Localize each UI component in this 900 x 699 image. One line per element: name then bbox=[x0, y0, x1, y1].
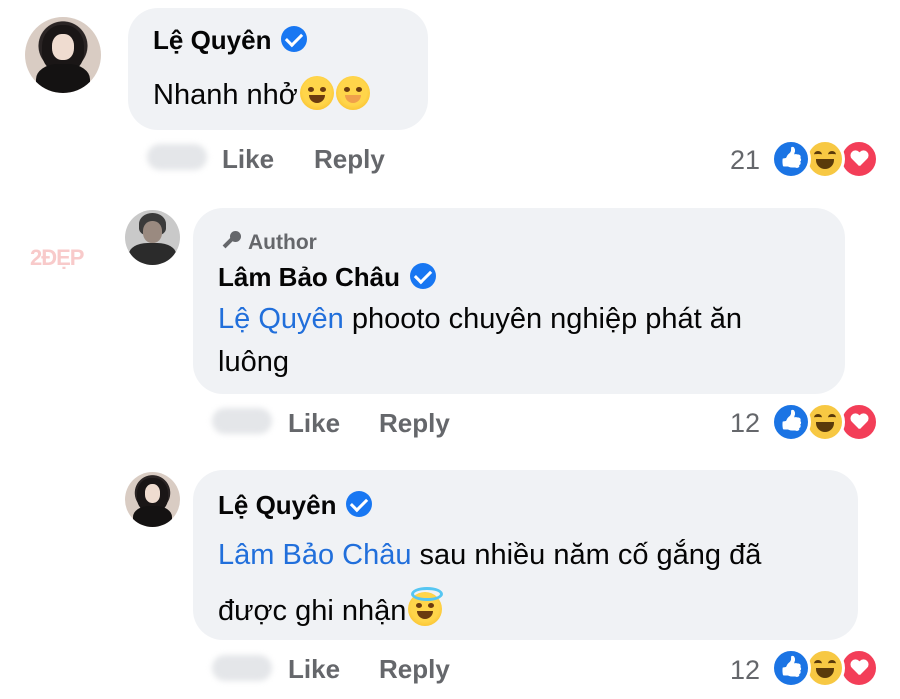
reaction-count[interactable]: 12 bbox=[730, 655, 760, 686]
reaction-count[interactable]: 12 bbox=[730, 408, 760, 439]
verified-badge-icon bbox=[281, 26, 308, 52]
author-name-link[interactable]: Lệ Quyên bbox=[218, 490, 336, 520]
author-badge: Author bbox=[220, 230, 317, 255]
love-reaction-icon bbox=[839, 648, 879, 688]
avatar[interactable] bbox=[125, 210, 180, 265]
mention-link[interactable]: Lâm Bảo Châu bbox=[218, 539, 411, 571]
like-button[interactable]: Like bbox=[288, 408, 340, 439]
verified-badge-icon bbox=[410, 263, 437, 289]
watermark: 2ĐẸP bbox=[30, 245, 84, 270]
timestamp-blurred bbox=[147, 144, 207, 170]
timestamp-blurred bbox=[212, 408, 272, 434]
haha-reaction-icon bbox=[805, 402, 845, 442]
comment-author[interactable]: Lệ Quyên bbox=[153, 25, 308, 56]
haha-reaction-icon bbox=[805, 139, 845, 179]
comment-text: Lệ Quyên phooto chuyên nghiệp phát ăn lu… bbox=[218, 298, 828, 384]
microphone-icon bbox=[220, 230, 242, 252]
comment-body-line1: sau nhiều năm cố gắng đã bbox=[411, 539, 762, 571]
like-button[interactable]: Like bbox=[288, 654, 340, 685]
love-reaction-icon bbox=[839, 402, 879, 442]
reaction-count[interactable]: 21 bbox=[730, 145, 760, 176]
comment-body-line2: được ghi nhận bbox=[218, 595, 407, 627]
like-button[interactable]: Like bbox=[222, 144, 274, 175]
author-badge-label: Author bbox=[248, 231, 317, 254]
comment-author[interactable]: Lâm Bảo Châu bbox=[218, 262, 437, 293]
comment-body-line2: luông bbox=[218, 346, 289, 378]
face-with-hand-over-mouth-icon bbox=[335, 76, 370, 110]
comment-body-line1: phooto chuyên nghiệp phát ăn bbox=[343, 303, 743, 335]
author-name-link[interactable]: Lệ Quyên bbox=[153, 25, 271, 55]
reply-button[interactable]: Reply bbox=[314, 144, 385, 175]
verified-badge-icon bbox=[346, 491, 373, 517]
comment-author[interactable]: Lệ Quyên bbox=[218, 490, 373, 521]
rolling-on-floor-laughing-icon bbox=[299, 76, 334, 110]
like-reaction-icon bbox=[771, 402, 811, 442]
smiling-face-with-halo-icon bbox=[408, 587, 444, 626]
timestamp-blurred bbox=[212, 655, 272, 681]
comment-text: Lâm Bảo Châu sau nhiều năm cố gắng đã đư… bbox=[218, 527, 848, 639]
author-name-link[interactable]: Lâm Bảo Châu bbox=[218, 262, 400, 292]
like-reaction-icon bbox=[771, 139, 811, 179]
comment-body: Nhanh nhở bbox=[153, 79, 298, 111]
like-reaction-icon bbox=[771, 648, 811, 688]
avatar[interactable] bbox=[125, 472, 180, 527]
reply-button[interactable]: Reply bbox=[379, 408, 450, 439]
comment-text: Nhanh nhở bbox=[153, 74, 370, 117]
avatar[interactable] bbox=[25, 17, 101, 93]
reply-button[interactable]: Reply bbox=[379, 654, 450, 685]
love-reaction-icon bbox=[839, 139, 879, 179]
mention-link[interactable]: Lệ Quyên bbox=[218, 303, 344, 335]
haha-reaction-icon bbox=[805, 648, 845, 688]
